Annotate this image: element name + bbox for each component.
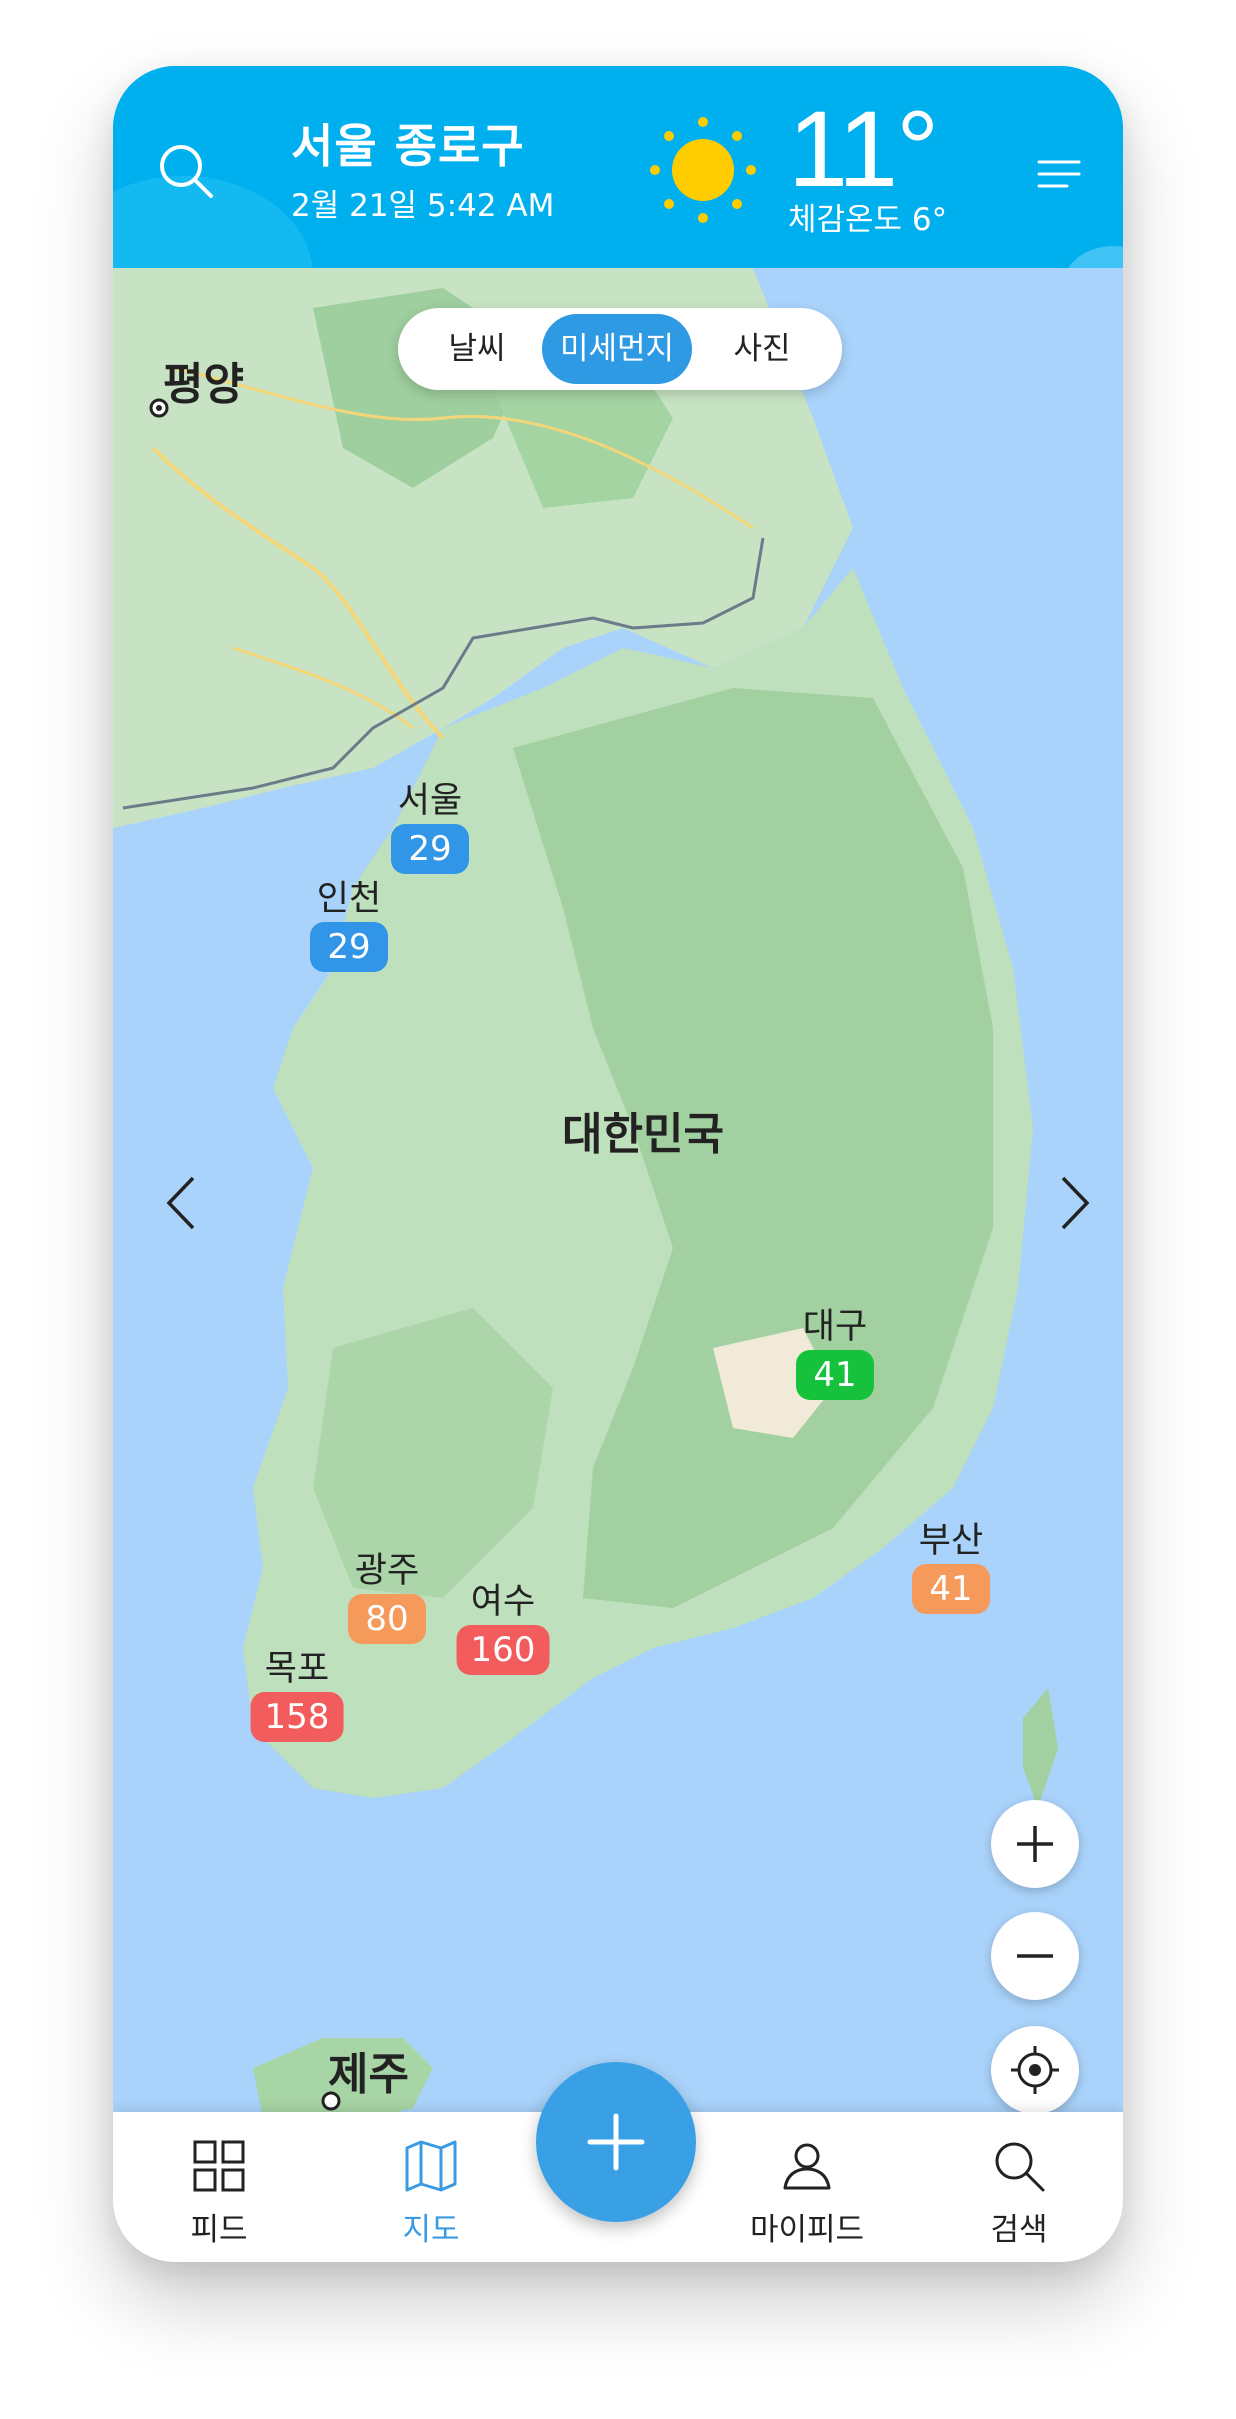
- locate-button[interactable]: [991, 2026, 1079, 2114]
- nav-item-my-feed[interactable]: 마이피드: [717, 2112, 897, 2262]
- place-label-country: 대한민국: [562, 1109, 724, 1160]
- zoom-in-button[interactable]: [991, 1800, 1079, 1888]
- tab-fine-dust[interactable]: 미세먼지: [542, 314, 692, 384]
- plus-icon: [1017, 1826, 1053, 1862]
- map-background: [113, 268, 1123, 2180]
- grid-icon: [193, 2140, 245, 2192]
- nav-label: 지도: [402, 2212, 460, 2248]
- search-icon: [995, 2142, 1045, 2192]
- nav-item-feed[interactable]: 피드: [129, 2112, 309, 2262]
- station-name-seoul: 서울: [397, 781, 463, 821]
- menu-icon[interactable]: [1031, 146, 1087, 202]
- zoom-out-button[interactable]: [991, 1912, 1079, 2000]
- tab-photos[interactable]: 사진: [692, 314, 832, 384]
- add-post-button[interactable]: [536, 2062, 696, 2222]
- temperature: 11°: [788, 88, 939, 209]
- nav-item-map[interactable]: 지도: [341, 2112, 521, 2262]
- header-decoration: [1063, 246, 1123, 268]
- station-name-mokpo: 목포: [264, 1649, 330, 1689]
- minus-icon: [1017, 1954, 1053, 1958]
- map-icon: [405, 2140, 457, 2192]
- tab-weather[interactable]: 날씨: [412, 314, 542, 384]
- phone-frame: 서울 종로구 2월 21일 5:42 AM 11° 체감온도 6° 날씨 미세먼…: [113, 66, 1123, 2262]
- search-icon[interactable]: [151, 136, 221, 206]
- datetime-text: 2월 21일 5:42 AM: [291, 188, 555, 224]
- station-name-incheon: 인천: [316, 879, 382, 919]
- station-badge-gwangju[interactable]: 80: [348, 1594, 426, 1644]
- nav-label: 마이피드: [749, 2212, 865, 2248]
- place-label-jeju: 제주: [328, 2049, 409, 2100]
- map-mode-tabs: 날씨 미세먼지 사진: [398, 308, 842, 390]
- crosshair-icon: [1011, 2046, 1059, 2094]
- station-name-yeosu: 여수: [470, 1582, 536, 1622]
- station-name-busan: 부산: [918, 1521, 984, 1561]
- station-badge-mokpo[interactable]: 158: [250, 1692, 344, 1742]
- air-quality-map[interactable]: 날씨 미세먼지 사진 평양 대한민국 제주 서울 29 인천 29 대구 41 …: [113, 268, 1123, 2180]
- plus-icon: [587, 2113, 645, 2171]
- station-badge-daegu[interactable]: 41: [796, 1350, 874, 1400]
- weather-header: 서울 종로구 2월 21일 5:42 AM 11° 체감온도 6°: [113, 66, 1123, 268]
- location-title[interactable]: 서울 종로구: [291, 110, 525, 176]
- chevron-left-icon[interactable]: [153, 1158, 213, 1248]
- feels-like-text: 체감온도 6°: [788, 202, 948, 238]
- nav-label: 검색: [990, 2212, 1048, 2248]
- nav-item-search[interactable]: 검색: [929, 2112, 1109, 2262]
- station-badge-yeosu[interactable]: 160: [456, 1625, 550, 1675]
- chevron-right-icon[interactable]: [1043, 1158, 1103, 1248]
- station-badge-incheon[interactable]: 29: [310, 922, 388, 972]
- station-name-daegu: 대구: [802, 1307, 868, 1347]
- nav-label: 피드: [190, 2212, 248, 2248]
- station-badge-seoul[interactable]: 29: [391, 824, 469, 874]
- sun-icon: [643, 110, 763, 230]
- place-label-pyongyang: 평양: [163, 359, 244, 410]
- station-name-gwangju: 광주: [354, 1551, 420, 1591]
- station-badge-busan[interactable]: 41: [912, 1564, 990, 1614]
- user-icon: [783, 2143, 831, 2190]
